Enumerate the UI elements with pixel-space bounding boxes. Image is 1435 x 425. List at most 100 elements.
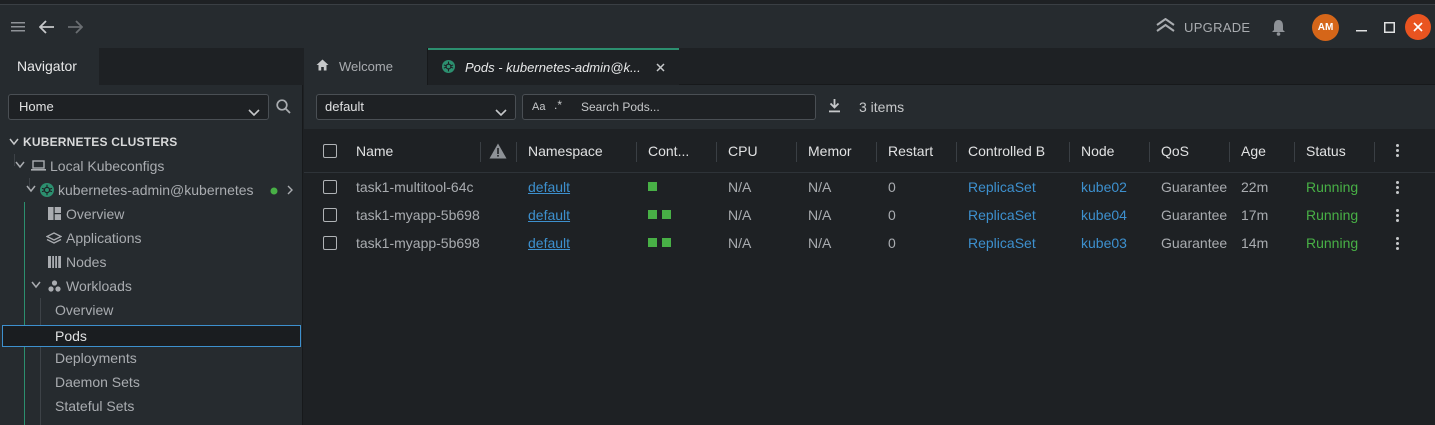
items-count: 3 items	[859, 99, 905, 115]
node-link[interactable]: kube02	[1081, 173, 1143, 201]
column-menu-icon[interactable]	[1396, 144, 1400, 159]
column-divider	[1294, 142, 1295, 162]
column-header-cpu[interactable]: CPU	[728, 137, 788, 173]
container-running-indicator	[648, 210, 657, 220]
bell-icon[interactable]	[1269, 5, 1287, 49]
sidebar-item-label: Applications	[66, 230, 142, 246]
menu-icon[interactable]	[10, 5, 26, 49]
sidebar-item-deployments[interactable]: Deployments	[0, 346, 300, 370]
pod-name[interactable]: task1-myapp-5b698	[356, 201, 480, 229]
close-tab-icon[interactable]	[656, 60, 665, 75]
cpu-value: N/A	[728, 207, 752, 223]
local-kubeconfigs-item[interactable]: Local Kubeconfigs	[0, 154, 300, 178]
avatar[interactable]: AM	[1312, 14, 1339, 41]
containers-status	[648, 201, 708, 229]
sidebar-item-daemon-sets[interactable]: Daemon Sets	[0, 370, 300, 394]
column-header-node[interactable]: Node	[1081, 137, 1141, 173]
table-row[interactable]: task1-myapp-5b698 default N/A N/A 0 Repl…	[304, 229, 1435, 257]
tab-welcome[interactable]: Welcome	[304, 48, 428, 85]
chevron-down-icon	[15, 152, 25, 176]
table-row[interactable]: task1-myapp-5b698 default N/A N/A 0 Repl…	[304, 201, 1435, 229]
row-checkbox[interactable]	[323, 208, 337, 222]
node-link[interactable]: kube04	[1081, 201, 1143, 229]
row-checkbox[interactable]	[323, 180, 337, 194]
title-bar: UPGRADE AM	[0, 4, 1435, 48]
status-badge: Running	[1306, 207, 1359, 223]
row-checkbox[interactable]	[323, 236, 337, 250]
upgrade-button[interactable]: UPGRADE	[1156, 5, 1250, 49]
column-header-qos[interactable]: QoS	[1161, 137, 1221, 173]
tab-pods[interactable]: Pods - kubernetes-admin@k...	[428, 48, 679, 85]
home-icon	[316, 59, 329, 74]
namespace-link[interactable]: default	[528, 201, 628, 229]
clusters-section-header[interactable]: KUBERNETES CLUSTERS	[0, 130, 300, 154]
warning-icon[interactable]	[489, 137, 509, 173]
download-icon[interactable]	[828, 98, 841, 116]
column-header-status[interactable]: Status	[1306, 137, 1376, 173]
column-header-age[interactable]: Age	[1241, 137, 1291, 173]
column-header-name[interactable]: Name	[356, 137, 476, 173]
namespace-link[interactable]: default	[528, 173, 628, 201]
table-row[interactable]: task1-multitool-64c default N/A N/A 0 Re…	[304, 173, 1435, 201]
controlled-by-link[interactable]: ReplicaSet	[968, 201, 1064, 229]
close-icon	[1413, 22, 1423, 32]
column-header-containers[interactable]: Cont...	[648, 137, 708, 173]
column-divider	[1069, 142, 1070, 162]
age-value: 17m	[1241, 207, 1269, 223]
hotbar-select[interactable]: Home	[8, 94, 269, 120]
select-all-checkbox[interactable]	[323, 144, 337, 158]
forward-arrow-icon[interactable]	[66, 5, 84, 49]
sidebar-item-stateful-sets[interactable]: Stateful Sets	[0, 394, 300, 418]
namespace-select[interactable]: default	[316, 94, 516, 120]
age-value: 14m	[1241, 235, 1269, 251]
back-arrow-icon[interactable]	[38, 5, 56, 49]
column-header-restarts[interactable]: Restart	[888, 137, 958, 173]
close-window-button[interactable]	[1405, 14, 1431, 40]
sidebar-item-label: Daemon Sets	[55, 374, 140, 390]
chevron-right-icon[interactable]	[287, 178, 293, 202]
cluster-item[interactable]: kubernetes-admin@kubernetes	[0, 178, 300, 202]
search-icon[interactable]	[276, 99, 291, 117]
pod-name[interactable]: task1-myapp-5b698	[356, 229, 480, 257]
sidebar-item-pods[interactable]: Pods	[0, 324, 300, 348]
search-input[interactable]: Aa .* Search Pods...	[522, 94, 816, 120]
sidebar-item-workloads-overview[interactable]: Overview	[0, 298, 300, 322]
match-case-toggle[interactable]: Aa	[532, 95, 545, 119]
search-placeholder: Search Pods...	[581, 100, 660, 114]
namespace-link[interactable]: default	[528, 229, 628, 257]
sidebar-item-applications[interactable]: Applications	[0, 226, 300, 250]
namespace-select-value: default	[325, 99, 365, 114]
qos-value: Guarantee	[1161, 179, 1228, 195]
minimize-icon[interactable]	[1354, 5, 1368, 49]
sidebar-item-label: Overview	[66, 206, 125, 222]
chevron-down-icon	[26, 176, 36, 200]
local-kubeconfigs-label: Local Kubeconfigs	[50, 158, 165, 174]
column-divider	[876, 142, 877, 162]
restarts-value: 0	[888, 235, 896, 251]
column-divider	[1229, 142, 1230, 162]
sidebar-item-workloads[interactable]: Workloads	[0, 274, 300, 298]
row-menu-icon[interactable]	[1396, 181, 1400, 196]
column-header-memory[interactable]: Memor	[808, 137, 868, 173]
column-header-namespace[interactable]: Namespace	[528, 137, 628, 173]
row-menu-icon[interactable]	[1396, 209, 1400, 224]
regex-toggle[interactable]: .*	[554, 93, 562, 117]
chevron-down-icon	[31, 272, 41, 296]
qos-value: Guarantee	[1161, 235, 1228, 251]
column-divider	[956, 142, 957, 162]
sidebar-item-nodes[interactable]: Nodes	[0, 250, 300, 274]
controlled-by-link[interactable]: ReplicaSet	[968, 173, 1064, 201]
column-header-controlled-by[interactable]: Controlled B	[968, 137, 1064, 173]
qos-value: Guarantee	[1161, 207, 1228, 223]
controlled-by-link[interactable]: ReplicaSet	[968, 229, 1064, 257]
memory-value: N/A	[808, 235, 832, 251]
pod-name[interactable]: task1-multitool-64c	[356, 173, 480, 201]
node-link[interactable]: kube03	[1081, 229, 1143, 257]
column-divider	[716, 142, 717, 162]
sidebar-item-overview[interactable]: Overview	[0, 202, 300, 226]
maximize-icon[interactable]	[1382, 5, 1396, 49]
column-divider	[1374, 142, 1375, 162]
row-menu-icon[interactable]	[1396, 237, 1400, 252]
tab-label: Welcome	[339, 59, 393, 74]
tab-navigator[interactable]: Navigator	[0, 48, 99, 85]
